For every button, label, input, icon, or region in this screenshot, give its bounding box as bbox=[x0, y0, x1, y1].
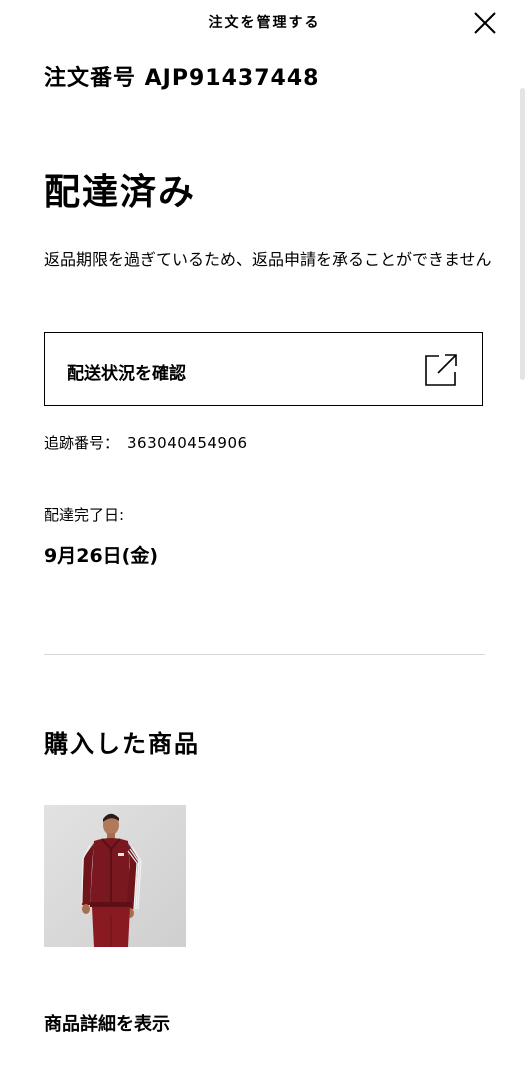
page-header: 注文を管理する bbox=[0, 0, 529, 44]
tracking-number-row: 追跡番号： 363040454906 bbox=[44, 432, 248, 453]
track-shipment-label: 配送状況を確認 bbox=[67, 364, 186, 384]
close-button[interactable] bbox=[472, 10, 498, 36]
close-icon bbox=[474, 12, 496, 34]
delivery-status-title: 配達済み bbox=[44, 172, 197, 213]
product-photo bbox=[44, 805, 186, 947]
order-number: 注文番号 AJP91437448 bbox=[44, 66, 320, 91]
scrollbar[interactable] bbox=[520, 88, 525, 380]
track-shipment-button[interactable]: 配送状況を確認 bbox=[44, 332, 483, 406]
return-notice: 返品期限を過ぎているため、返品申請を承ることができません bbox=[44, 250, 492, 269]
tracking-number-value: 363040454906 bbox=[127, 434, 248, 452]
external-link-icon bbox=[425, 354, 457, 386]
page-title: 注文を管理する bbox=[208, 15, 321, 31]
tracking-number-label: 追跡番号： bbox=[44, 434, 120, 452]
delivered-date-label: 配達完了日: bbox=[44, 506, 125, 524]
section-divider bbox=[44, 654, 485, 655]
view-product-details-link[interactable]: 商品詳細を表示 bbox=[44, 1010, 170, 1036]
purchased-items-heading: 購入した商品 bbox=[44, 730, 200, 758]
delivered-date-value: 9月26日(金) bbox=[44, 545, 159, 567]
product-thumbnail[interactable] bbox=[44, 805, 186, 947]
